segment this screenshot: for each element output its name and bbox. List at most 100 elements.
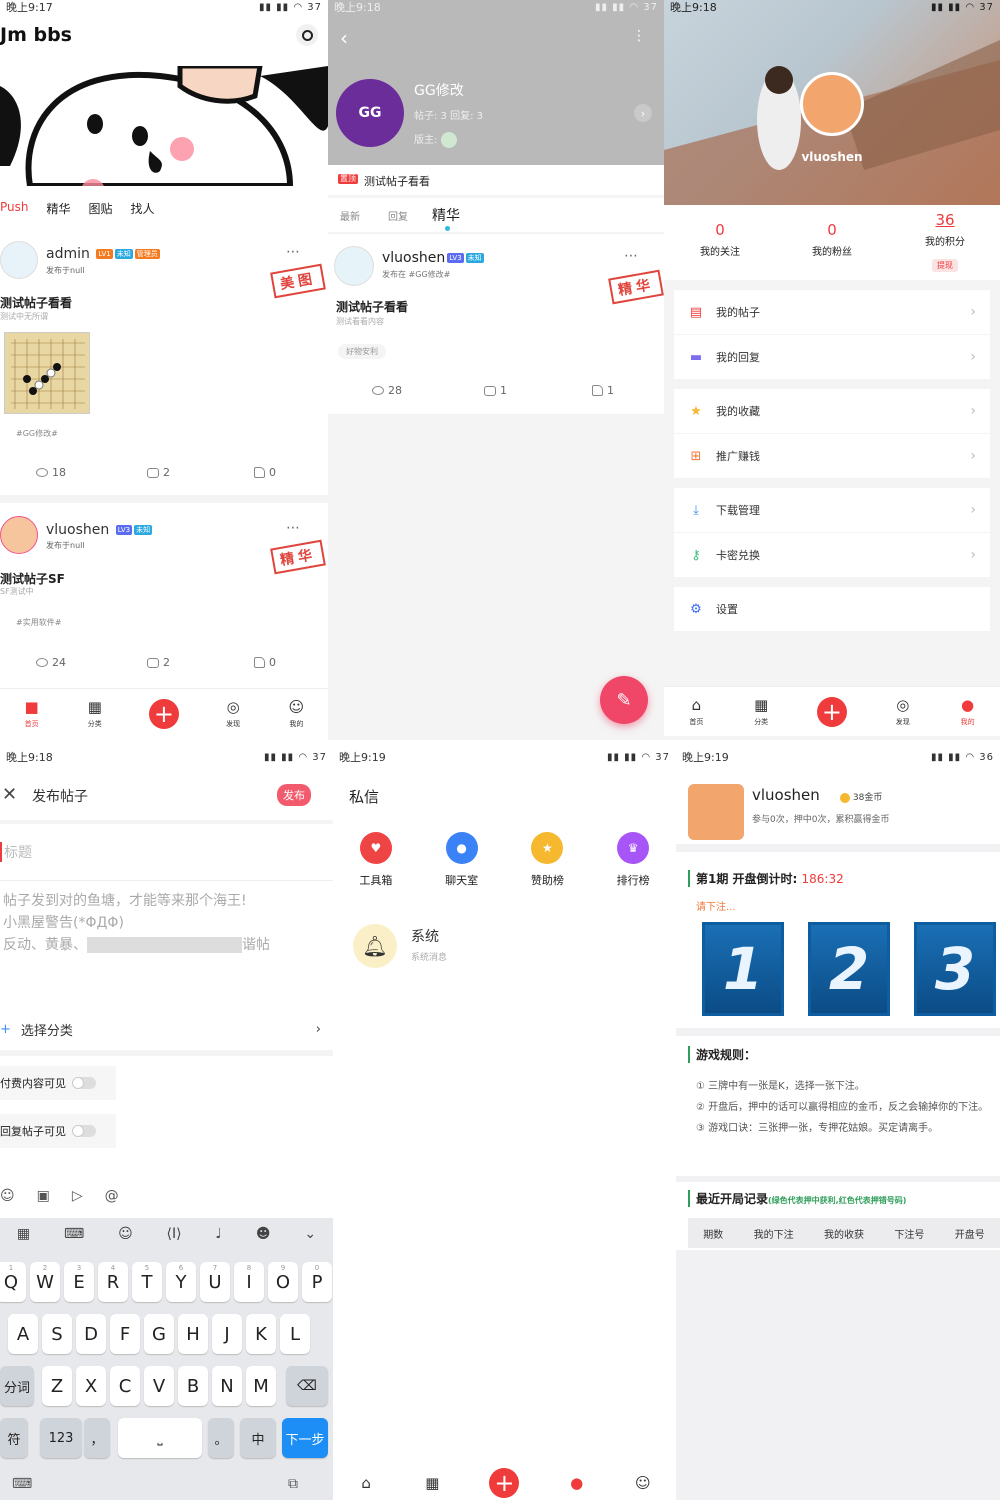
nav-discover[interactable]: ◎ 发现 (224, 699, 242, 729)
post-title[interactable]: 测试帖子SF (0, 570, 65, 587)
number-key[interactable]: 123 (40, 1418, 82, 1458)
nav-add[interactable]: + (148, 698, 179, 729)
like-count[interactable]: 0 (254, 656, 276, 669)
list-item[interactable]: vluoshen LV3 未知 发布于null ⋯ 精华 测试帖子SF SF测试中… (0, 512, 328, 682)
key-f[interactable]: F (110, 1314, 140, 1354)
shortcut-ranking[interactable]: ♛ 排行榜 (617, 832, 650, 888)
menu-my-replies[interactable]: ▬ 我的回复 › (674, 335, 990, 379)
pinned-row[interactable]: 置顶 测试帖子看看 (328, 165, 664, 195)
reply-visible-toggle[interactable] (72, 1125, 96, 1137)
keyboard-icon[interactable]: ⌨ (64, 1226, 84, 1242)
category-selector[interactable]: + 选择分类 › (0, 1014, 333, 1044)
image-icon[interactable]: ▣ (37, 1188, 50, 1204)
key-q[interactable]: 1Q (0, 1262, 26, 1302)
key-b[interactable]: B (178, 1366, 208, 1406)
search-button[interactable] (296, 24, 318, 46)
key-v[interactable]: V (144, 1366, 174, 1406)
nav-home[interactable]: ⌂ (357, 1474, 375, 1492)
key-t[interactable]: 5T (132, 1262, 162, 1302)
key-g[interactable]: G (144, 1314, 174, 1354)
emoji-icon[interactable]: ☺ (0, 1188, 15, 1204)
paid-content-toggle[interactable] (72, 1077, 96, 1089)
username[interactable]: vluoshen (382, 250, 445, 266)
post-tag[interactable]: #GG修改# (16, 428, 58, 439)
cursor-icon[interactable]: ⟨I⟩ (167, 1226, 182, 1242)
collapse-icon[interactable]: ⌄ (304, 1226, 316, 1242)
banner-image[interactable] (0, 66, 328, 186)
avatar[interactable] (0, 516, 38, 554)
owner-avatar[interactable] (440, 132, 457, 148)
language-key[interactable]: 中 (240, 1418, 276, 1458)
nav-discover[interactable]: ◎ 发现 (894, 697, 912, 727)
tab-reply[interactable]: 回复 (388, 208, 408, 223)
more-icon[interactable]: ⋯ (286, 520, 300, 536)
nav-home[interactable]: ■ 首页 (23, 699, 41, 729)
card-3[interactable]: 3 (914, 922, 996, 1016)
post-image[interactable] (4, 332, 90, 414)
menu-my-posts[interactable]: ▤ 我的帖子 › (674, 290, 990, 334)
nav-category[interactable]: ▦ 分类 (752, 697, 770, 727)
list-item[interactable]: vluoshen LV3 未知 发布在 #GG修改# ⋯ 精华 测试帖子看看 测试看… (328, 234, 664, 414)
key-z[interactable]: Z (42, 1366, 72, 1406)
avatar[interactable] (0, 241, 38, 279)
more-vertical-icon[interactable]: ⋮ (632, 28, 646, 44)
menu-card-redeem[interactable]: ⚷ 卡密兑换 › (674, 533, 990, 577)
comment-count[interactable]: 1 (484, 384, 507, 397)
nav-add[interactable]: + (816, 696, 847, 727)
post-tag[interactable]: #实用软件# (16, 617, 61, 628)
key-o[interactable]: 9O (268, 1262, 298, 1302)
avatar[interactable] (688, 784, 744, 840)
period-key[interactable]: 。 (208, 1418, 234, 1458)
list-item[interactable]: admin LV1 未知 管理员 发布于null ⋯ 美图 测试帖子看看 测试中无所… (0, 238, 328, 488)
key-u[interactable]: 7U (200, 1262, 230, 1302)
space-key[interactable]: ⎵ (118, 1418, 202, 1458)
key-r[interactable]: 4R (98, 1262, 128, 1302)
key-p[interactable]: 0P (302, 1262, 332, 1302)
tab-featured[interactable]: 精华 (47, 200, 71, 217)
nav-category[interactable]: ▦ (423, 1474, 441, 1492)
tab-images[interactable]: 图贴 (89, 200, 113, 217)
shortcut-chatroom[interactable]: ● 聊天室 (445, 832, 478, 888)
key-d[interactable]: D (76, 1314, 106, 1354)
key-k[interactable]: K (246, 1314, 276, 1354)
key-e[interactable]: 3E (64, 1262, 94, 1302)
backspace-key[interactable]: ⌫ (286, 1366, 328, 1406)
key-c[interactable]: C (110, 1366, 140, 1406)
sticker-icon[interactable]: ☻ (256, 1226, 271, 1242)
keyboard-icon[interactable]: ⌨ (12, 1476, 32, 1492)
menu-promote-earn[interactable]: ⊞ 推广赚钱 › (674, 434, 990, 478)
key-y[interactable]: 6Y (166, 1262, 196, 1302)
tab-push[interactable]: Push (0, 200, 29, 217)
publish-button[interactable]: 发布 (277, 784, 311, 806)
key-n[interactable]: N (212, 1366, 242, 1406)
menu-settings[interactable]: ⚙ 设置 (674, 587, 990, 631)
like-count[interactable]: 1 (592, 384, 614, 397)
next-key[interactable]: 下一步 (282, 1418, 328, 1458)
nav-me[interactable]: ● 我的 (959, 697, 977, 727)
apps-icon[interactable]: ▦ (17, 1226, 30, 1242)
tab-latest[interactable]: 最新 (340, 208, 360, 223)
key-h[interactable]: H (178, 1314, 208, 1354)
like-count[interactable]: 0 (254, 466, 276, 479)
username[interactable]: admin (46, 246, 90, 262)
menu-my-favorites[interactable]: ★ 我的收藏 › (674, 389, 990, 433)
post-title[interactable]: 测试帖子看看 (0, 294, 72, 311)
key-i[interactable]: 8I (234, 1262, 264, 1302)
nav-me[interactable]: ☺ 我的 (287, 699, 305, 729)
key-a[interactable]: A (8, 1314, 38, 1354)
nav-me[interactable]: ☺ (634, 1474, 652, 1492)
comment-count[interactable]: 2 (147, 656, 170, 669)
post-title[interactable]: 测试帖子看看 (336, 298, 408, 315)
tab-find-people[interactable]: 找人 (131, 200, 155, 217)
nav-category[interactable]: ▦ 分类 (86, 699, 104, 729)
shortcut-toolbox[interactable]: ♥ 工具箱 (359, 832, 392, 888)
chevron-right-icon[interactable]: › (634, 104, 652, 122)
key-x[interactable]: X (76, 1366, 106, 1406)
comma-key[interactable]: ， (84, 1418, 110, 1458)
username[interactable]: vluoshen (46, 522, 109, 538)
mic-icon[interactable]: ♩ (215, 1226, 222, 1242)
video-icon[interactable]: ▷ (72, 1188, 83, 1204)
symbol-key[interactable]: 符 (0, 1418, 28, 1458)
mention-icon[interactable]: @ (105, 1188, 119, 1204)
key-l[interactable]: L (280, 1314, 310, 1354)
